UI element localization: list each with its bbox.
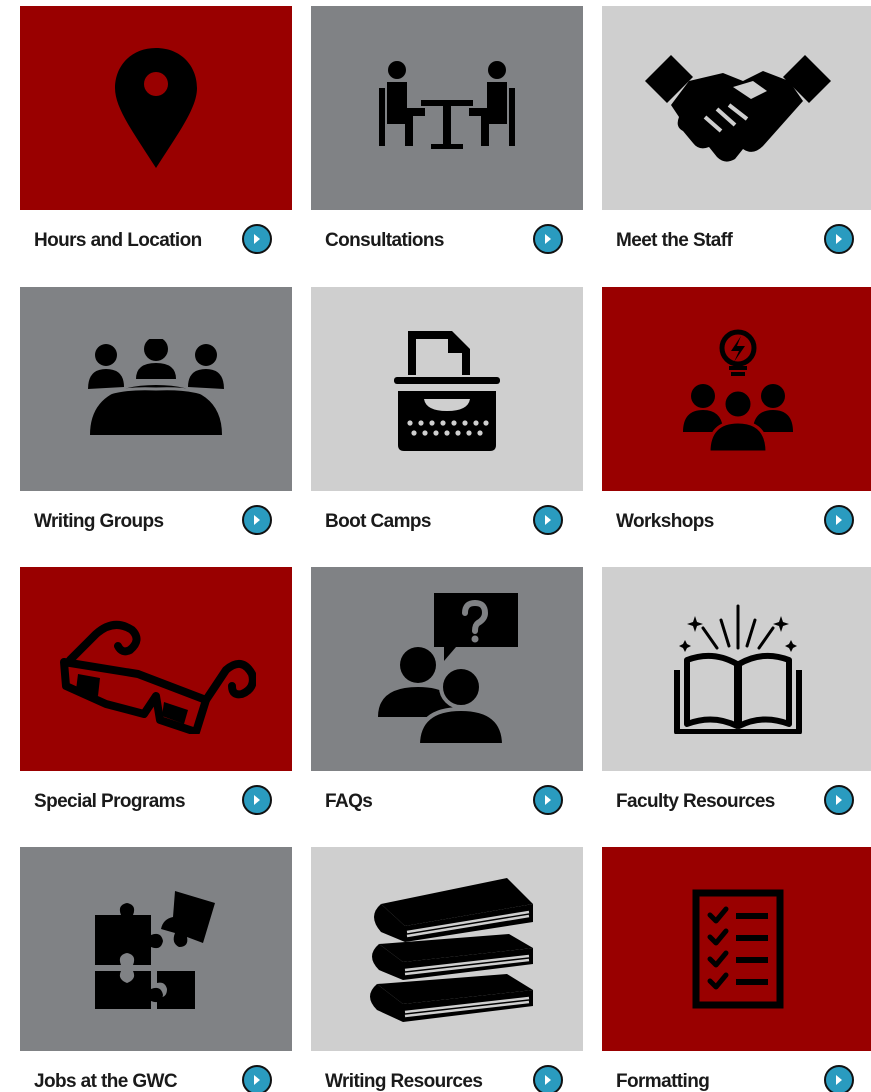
tile-label: Boot Camps	[325, 511, 432, 532]
tile-jobs-at-the-gwc[interactable]: Jobs at the GWC	[20, 847, 292, 1092]
chevron-right-circle-icon[interactable]	[242, 785, 272, 815]
chevron-right-circle-icon[interactable]	[533, 785, 563, 815]
tile-workshops[interactable]: Workshops	[602, 287, 871, 547]
tile-label: Workshops	[616, 511, 714, 532]
tile-image	[311, 567, 583, 771]
tile-image	[20, 287, 292, 491]
tile-writing-resources[interactable]: Writing Resources	[311, 847, 583, 1092]
tile-formatting[interactable]: Formatting	[602, 847, 871, 1092]
3d-glasses-icon	[60, 620, 256, 734]
tile-writing-groups[interactable]: Writing Groups	[20, 287, 292, 547]
tile-image	[602, 847, 871, 1051]
chevron-right-circle-icon[interactable]	[533, 224, 563, 254]
tile-consultations[interactable]: Consultations	[311, 6, 583, 266]
tile-special-programs[interactable]: Special Programs	[20, 567, 292, 827]
handshake-icon	[645, 54, 831, 162]
tile-faculty-resources[interactable]: Faculty Resources	[602, 567, 871, 827]
chevron-right-circle-icon[interactable]	[533, 505, 563, 535]
book-stack-icon	[370, 878, 533, 1022]
map-pin-icon	[115, 47, 197, 168]
chevron-right-circle-icon[interactable]	[824, 224, 854, 254]
tile-image	[20, 567, 292, 771]
question-bubble-people-icon	[378, 593, 518, 747]
tile-faqs[interactable]: FAQs	[311, 567, 583, 827]
typewriter-icon	[394, 330, 500, 451]
open-book-sparkle-icon	[674, 604, 802, 734]
tile-label: Writing Resources	[325, 1071, 483, 1092]
meeting-table-icon	[379, 61, 515, 149]
tile-image	[602, 287, 871, 491]
tile-boot-camps[interactable]: Boot Camps	[311, 287, 583, 547]
tile-label: Writing Groups	[34, 511, 164, 532]
chevron-right-circle-icon[interactable]	[242, 224, 272, 254]
tile-label: Consultations	[325, 230, 444, 251]
checklist-icon	[692, 889, 784, 1009]
tile-label: Faculty Resources	[616, 791, 775, 812]
tile-label: Formatting	[616, 1071, 710, 1092]
tile-label: Meet the Staff	[616, 230, 733, 251]
link-tile-grid: Hours and Location Consultations Meet th…	[0, 0, 871, 1092]
chevron-right-circle-icon[interactable]	[242, 505, 272, 535]
group-table-icon	[88, 339, 224, 435]
tile-hours-and-location[interactable]: Hours and Location	[20, 6, 292, 266]
tile-label: Special Programs	[34, 791, 186, 812]
tile-image	[20, 6, 292, 210]
tile-meet-the-staff[interactable]: Meet the Staff	[602, 6, 871, 266]
chevron-right-circle-icon[interactable]	[824, 505, 854, 535]
chevron-right-circle-icon[interactable]	[824, 1065, 854, 1092]
tile-image	[602, 567, 871, 771]
tile-image	[311, 6, 583, 210]
tile-label: FAQs	[325, 791, 373, 812]
chevron-right-circle-icon[interactable]	[824, 785, 854, 815]
tile-image	[20, 847, 292, 1051]
puzzle-pieces-icon	[95, 890, 215, 1009]
tile-image	[311, 287, 583, 491]
tile-image	[311, 847, 583, 1051]
tile-label: Hours and Location	[34, 230, 202, 251]
tile-image	[602, 6, 871, 210]
lightbulb-team-icon	[683, 329, 793, 454]
tile-label: Jobs at the GWC	[34, 1071, 178, 1092]
chevron-right-circle-icon[interactable]	[533, 1065, 563, 1092]
chevron-right-circle-icon[interactable]	[242, 1065, 272, 1092]
